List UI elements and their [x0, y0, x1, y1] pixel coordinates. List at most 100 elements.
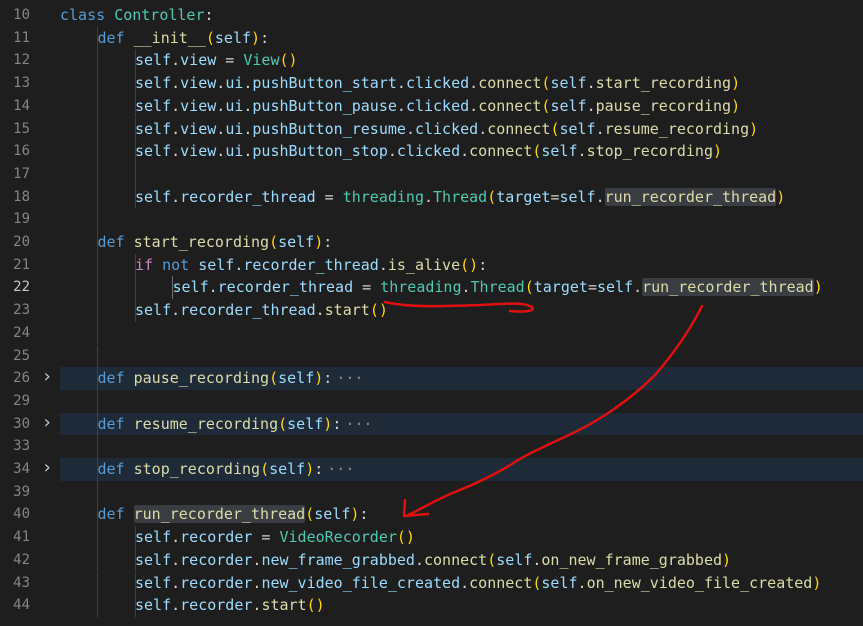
code-content: self.view.ui.pushButton_stop.clicked.con… — [60, 140, 863, 163]
chevron-right-icon[interactable]: › — [40, 413, 54, 432]
code-content: def start_recording(self): — [60, 231, 863, 254]
code-line[interactable]: 12 self.view = View() — [0, 49, 863, 73]
code-line[interactable]: 16 self.view.ui.pushButton_stop.clicked.c… — [0, 140, 863, 163]
code-line[interactable]: 10 class Controller: — [0, 4, 863, 27]
code-token: ui — [225, 119, 244, 138]
code-content: self.recorder_thread.start() — [60, 299, 863, 322]
code-token: : — [478, 255, 488, 274]
code-token: on_new_frame_grabbed — [541, 550, 723, 569]
code-token: self — [135, 550, 172, 569]
code-token: . — [469, 74, 479, 93]
code-line[interactable]: 13 self.view.ui.pushButton_start.clicked.… — [0, 72, 863, 95]
code-token: . — [396, 96, 406, 115]
line-number: 25 — [13, 347, 30, 364]
code-token: . — [414, 550, 424, 569]
indent-guide — [97, 94, 98, 118]
code-token: clicked — [396, 142, 461, 161]
code-token: Thread — [433, 187, 488, 206]
code-line-folded[interactable]: 34 › def stop_recording(self): ··· — [0, 458, 863, 481]
code-token: clicked — [405, 74, 470, 93]
chevron-right-icon[interactable]: › — [40, 368, 54, 386]
code-line[interactable]: 39 — [0, 480, 863, 504]
code-line[interactable]: 40 def run_recorder_thread(self): — [0, 503, 863, 527]
code-token: view — [180, 74, 217, 93]
code-line[interactable]: 41 self.recorder = VideoRecorder() — [0, 526, 863, 549]
code-token: . — [469, 96, 479, 115]
code-token: self — [135, 528, 172, 547]
code-line[interactable]: 20 def start_recording(self): — [0, 231, 863, 254]
code-line-folded[interactable]: 26 › def pause_recording(self): ··· — [0, 367, 863, 390]
code-token: ) — [776, 187, 786, 206]
indent-guide — [134, 162, 136, 186]
code-token: if — [135, 255, 154, 274]
code-token: threading — [380, 278, 462, 297]
indent-guide — [97, 140, 98, 163]
code-token: connect — [424, 550, 488, 569]
code-line[interactable]: 17 — [0, 162, 863, 186]
line-number: 41 — [13, 529, 30, 546]
code-line[interactable]: 42 self.recorder.new_frame_grabbed.connec… — [0, 548, 863, 572]
code-content: self.recorder = VideoRecorder() — [60, 526, 863, 549]
code-line[interactable]: 11 def __init__(self): — [0, 26, 863, 50]
indent-guide — [97, 435, 98, 458]
code-token: self — [135, 51, 172, 70]
code-token: . — [424, 187, 434, 206]
code-line[interactable]: 22 self.recorder_thread = threading.Threa… — [0, 276, 863, 300]
code-line[interactable]: 23 self.recorder_thread.start() — [0, 299, 863, 322]
code-token: ( — [269, 233, 279, 251]
code-content: self.view = View() — [60, 49, 863, 73]
code-line-folded[interactable]: 30 › def resume_recording(self): ··· — [0, 412, 863, 436]
code-line[interactable]: 44 self.recorder.start() — [0, 594, 863, 617]
code-content: self.view.ui.pushButton_pause.clicked.co… — [60, 94, 863, 118]
code-content: def __init__(self): — [60, 26, 863, 50]
code-token: . — [577, 573, 587, 592]
code-token: ) — [731, 74, 741, 93]
code-line[interactable]: 29 — [0, 389, 863, 413]
code-token: connect — [469, 142, 533, 161]
code-line[interactable]: 43 self.recorder.new_video_file_created.c… — [0, 571, 863, 595]
code-token: . — [595, 187, 605, 206]
code-token: . — [315, 301, 325, 320]
code-token: pushButton_start — [252, 74, 397, 93]
indent-guide — [97, 321, 98, 345]
folded-ellipsis: ··· — [336, 369, 364, 388]
code-token: () — [396, 528, 415, 547]
line-number: 30 — [13, 415, 30, 432]
code-line[interactable]: 15 self.view.ui.pushButton_resume.clicked… — [0, 117, 863, 141]
code-text: self.view.ui.pushButton_resume.clicked.c… — [135, 121, 758, 137]
code-token: ) — [713, 142, 723, 161]
code-token: . — [405, 119, 415, 138]
code-content — [60, 389, 863, 413]
code-content: def pause_recording(self): ··· — [60, 367, 863, 390]
code-token: ( — [305, 505, 315, 524]
code-line[interactable]: 14 self.view.ui.pushButton_pause.clicked.… — [0, 94, 863, 118]
code-line[interactable]: 25 — [0, 344, 863, 368]
indent-guide — [97, 344, 98, 368]
line-number: 19 — [13, 211, 30, 228]
code-token: start — [324, 301, 370, 320]
code-editor[interactable]: 10 class Controller: 11 def __init__(self):… — [0, 0, 863, 626]
code-line[interactable]: 19 — [0, 208, 863, 231]
code-line[interactable]: 24 — [0, 321, 863, 345]
code-line[interactable]: 33 — [0, 435, 863, 458]
line-number: 29 — [13, 392, 30, 409]
chevron-right-icon[interactable]: › — [40, 459, 54, 477]
code-token: . — [461, 278, 471, 297]
code-token: . — [171, 550, 181, 569]
code-token: clicked — [414, 119, 479, 138]
code-line[interactable]: 18 self.recorder_thread = threading.Threa… — [0, 185, 863, 209]
code-token: ( — [278, 414, 288, 433]
code-token: target — [533, 278, 588, 297]
code-token: pause_recording — [595, 96, 732, 115]
code-token: self — [135, 573, 172, 592]
code-token: . — [216, 96, 226, 115]
code-line[interactable]: 21 if not self.recorder_thread.is_alive()… — [0, 253, 863, 277]
code-token: ) — [722, 550, 732, 569]
line-number: 18 — [13, 188, 30, 205]
code-token: resume_recording — [133, 414, 279, 433]
code-token: self — [135, 96, 172, 115]
code-token: ui — [225, 74, 244, 93]
